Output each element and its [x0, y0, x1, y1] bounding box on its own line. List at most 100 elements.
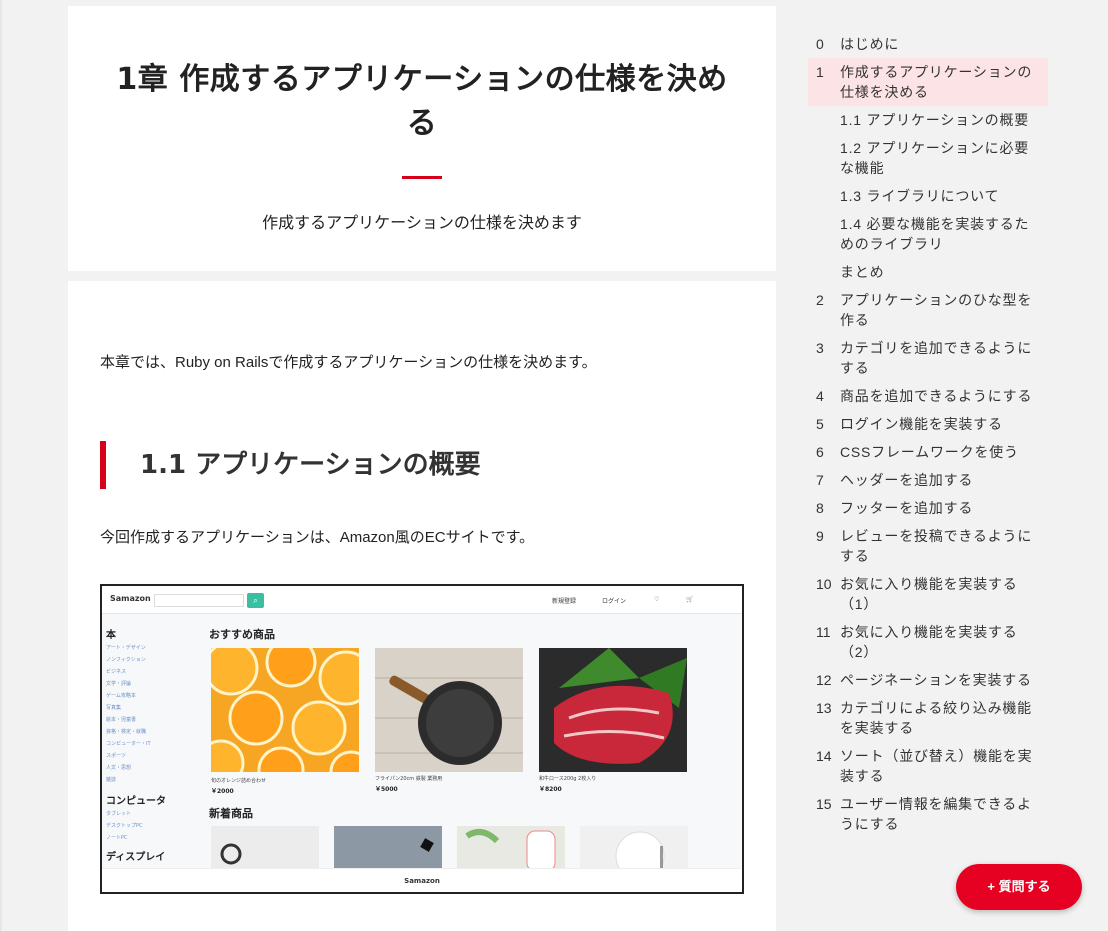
toc-item-label: レビューを投稿できるようにする: [840, 528, 1033, 564]
toc-item-label: カテゴリによる絞り込み機能を実装する: [840, 700, 1032, 736]
toc-item[interactable]: 2 アプリケーションのひな型を作る: [808, 286, 1048, 334]
screenshot-sidebar-heading: 本: [106, 630, 116, 641]
toc-item-number: 4: [816, 388, 824, 404]
page-edge: [0, 0, 2, 931]
product-image-orange: [211, 648, 359, 772]
product-image-frying-pan: [375, 648, 523, 772]
toc-item[interactable]: 4 商品を追加できるようにする: [808, 382, 1048, 410]
toc-item-number: 0: [816, 36, 824, 52]
toc-item-number: 10: [816, 576, 832, 592]
toc-item-label: フッターを追加する: [840, 500, 974, 516]
toc-subitem[interactable]: 1.3 ライブラリについて: [808, 182, 1048, 210]
toc-item-number: 8: [816, 500, 824, 516]
toc-item-label: CSSフレームワークを使う: [840, 444, 1019, 460]
screenshot-sidebar-link: 文学・評論: [106, 681, 132, 687]
toc-item[interactable]: 3 カテゴリを追加できるようにする: [808, 334, 1048, 382]
screenshot-sidebar-link: 人文・思想: [106, 765, 132, 771]
toc-item[interactable]: 8 フッターを追加する: [808, 494, 1048, 522]
screenshot-sidebar-link: ビジネス: [106, 669, 127, 675]
chapter-subtitle: 作成するアプリケーションの仕様を決めます: [262, 213, 582, 232]
toc-item-label: ユーザー情報を編集できるようにする: [840, 796, 1032, 832]
toc-item-number: 2: [816, 292, 824, 308]
screenshot-sidebar-link: コンピューター・IT: [106, 741, 151, 747]
screenshot-search-box: [154, 594, 244, 607]
toc-item[interactable]: 12 ページネーションを実装する: [808, 666, 1048, 694]
toc-item-number: 15: [816, 796, 832, 812]
toc-item[interactable]: 5 ログイン機能を実装する: [808, 410, 1048, 438]
screenshot-logo: Samazon: [110, 594, 151, 603]
toc-item-number: 1: [816, 64, 824, 80]
screenshot-nav-signup: 新規登録: [552, 598, 577, 605]
toc-subitem[interactable]: 1.1 アプリケーションの概要: [808, 106, 1048, 134]
screenshot-sidebar-link: 資格・検定・就職: [106, 729, 147, 735]
screenshot-sidebar-link: ノートPC: [106, 835, 128, 841]
toc-item-label: ヘッダーを追加する: [840, 472, 974, 488]
article-body: 本章では、Ruby on Railsで作成するアプリケーションの仕様を決めます。…: [68, 281, 776, 931]
toc-item-label: 1.1 アプリケーションの概要: [840, 112, 1030, 128]
toc-item-label: お気に入り機能を実装する（1）: [840, 576, 1018, 612]
toc-item-label: ソート（並び替え）機能を実装する: [840, 748, 1033, 784]
screenshot-header: Samazon ⌕ 新規登録 ログイン ♡ 🛒: [102, 586, 742, 614]
toc-item[interactable]: 10 お気に入り機能を実装する（1）: [808, 570, 1048, 618]
product-price: ￥5000: [375, 786, 398, 793]
toc-item-label: 1.4 必要な機能を実装するためのライブラリ: [840, 216, 1030, 252]
screenshot-sidebar-link: 絵本・児童書: [106, 717, 137, 723]
toc-item[interactable]: 9 レビューを投稿できるようにする: [808, 522, 1048, 570]
toc-item[interactable]: 7 ヘッダーを追加する: [808, 466, 1048, 494]
toc-item[interactable]: 1 作成するアプリケーションの仕様を決める: [808, 58, 1048, 106]
screenshot-sidebar-heading: ディスプレイ: [106, 852, 166, 863]
lead-paragraph: 今回作成するアプリケーションは、Amazon風のECサイトです。: [100, 529, 535, 546]
section-title: 1.1 アプリケーションの概要: [140, 450, 481, 480]
toc-item[interactable]: 15 ユーザー情報を編集できるようにする: [808, 790, 1048, 838]
toc-subitem[interactable]: 1.2 アプリケーションに必要な機能: [808, 134, 1048, 182]
toc-item[interactable]: 13 カテゴリによる絞り込み機能を実装する: [808, 694, 1048, 742]
screenshot-sidebar-link: アート・デザイン: [106, 645, 146, 651]
section-heading: 1.1 アプリケーションの概要: [100, 441, 740, 489]
product-name: フライパン20cm 鉄製 業務用: [375, 776, 443, 782]
screenshot-sidebar-link: 雑誌: [106, 777, 117, 783]
screenshot-sidebar-link: タブレット: [106, 811, 132, 817]
toc-item[interactable]: 6 CSSフレームワークを使う: [808, 438, 1048, 466]
toc-item-label: ログイン機能を実装する: [840, 416, 1003, 432]
toc-item-number: 12: [816, 672, 832, 688]
toc-item[interactable]: 14 ソート（並び替え）機能を実装する: [808, 742, 1048, 790]
ask-question-button[interactable]: + 質問する: [956, 864, 1082, 910]
title-accent-bar: [402, 176, 442, 179]
toc-item-label: 1.3 ライブラリについて: [840, 188, 1000, 204]
app-screenshot: Samazon ⌕ 新規登録 ログイン ♡ 🛒 本 アート・デザイン ノンフィク…: [100, 584, 744, 894]
table-of-contents: 0 はじめに 1 作成するアプリケーションの仕様を決める 1.1 アプリケーションの概要…: [808, 30, 1048, 838]
product-price: ￥2000: [211, 788, 234, 795]
toc-item-label: ページネーションを実装する: [840, 672, 1032, 688]
product-price: ￥8200: [539, 786, 562, 793]
toc-item[interactable]: 11 お気に入り機能を実装する（2）: [808, 618, 1048, 666]
intro-paragraph: 本章では、Ruby on Railsで作成するアプリケーションの仕様を決めます。: [100, 354, 597, 371]
screenshot-recommended-heading: おすすめ商品: [209, 628, 275, 641]
chapter-title: 1章 作成するアプリケーションの仕様を決める: [116, 62, 728, 141]
chapter-header: 1章 作成するアプリケーションの仕様を決める 作成するアプリケーションの仕様を決…: [68, 6, 776, 271]
toc-item-number: 5: [816, 416, 824, 432]
toc-subitem[interactable]: まとめ: [808, 258, 1048, 286]
toc-item-number: 3: [816, 340, 824, 356]
toc-item-label: はじめに: [840, 36, 900, 52]
product-image-beef: [539, 648, 687, 772]
toc-item[interactable]: 0 はじめに: [808, 30, 1048, 58]
screenshot-new-heading: 新着商品: [209, 807, 253, 820]
toc-item-number: 14: [816, 748, 832, 764]
product-name: 旬のオレンジ詰め合わせ: [211, 778, 267, 784]
toc-subitem[interactable]: 1.4 必要な機能を実装するためのライブラリ: [808, 210, 1048, 258]
screenshot-sidebar-link: スポーツ: [106, 753, 126, 759]
screenshot-footer: Samazon: [102, 868, 742, 892]
toc-item-label: アプリケーションのひな型を作る: [840, 292, 1033, 328]
screenshot-nav-login: ログイン: [602, 598, 627, 605]
screenshot-sidebar-link: ゲーム攻略本: [106, 693, 136, 699]
toc-item-number: 13: [816, 700, 832, 716]
screenshot-heart-icon: ♡: [654, 596, 660, 603]
toc-item-number: 9: [816, 528, 824, 544]
toc-item-label: まとめ: [840, 264, 885, 280]
screenshot-footer-logo: Samazon: [404, 877, 440, 885]
screenshot-sidebar-heading: コンピュータ: [106, 796, 166, 807]
toc-item-number: 7: [816, 472, 824, 488]
toc-item-number: 11: [816, 624, 831, 640]
toc-item-label: お気に入り機能を実装する（2）: [840, 624, 1018, 660]
screenshot-cart-icon: 🛒: [686, 596, 694, 603]
